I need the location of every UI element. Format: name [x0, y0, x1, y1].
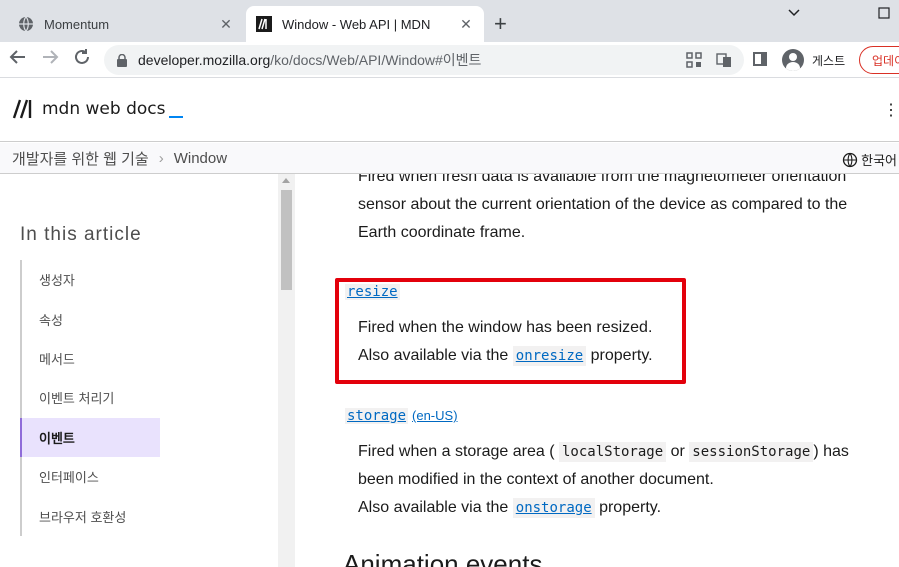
maximize-icon[interactable]: [878, 6, 890, 22]
toc-item-methods[interactable]: 메서드: [22, 339, 160, 378]
chevron-right-icon: ›: [158, 149, 164, 167]
toc-item-event-handlers[interactable]: 이벤트 처리기: [22, 378, 160, 417]
new-tab-button[interactable]: +: [494, 11, 507, 37]
toc-list: 생성자 속성 메서드 이벤트 처리기 이벤트 인터페이스 브라우저 호환성: [20, 260, 160, 536]
storage-description: Fired when a storage area ( localStorage…: [358, 438, 849, 522]
toc-item-browser-compat[interactable]: 브라우저 호환성: [22, 496, 160, 535]
code-session-storage: sessionStorage: [689, 442, 814, 462]
lock-icon: [117, 53, 127, 67]
logo-cursor: [169, 100, 184, 118]
desc-line: been modified in the context of another …: [358, 471, 714, 488]
desc-line: Earth coordinate frame.: [358, 224, 526, 241]
sidebar-scrollbar[interactable]: [278, 174, 295, 567]
section-heading-animation-events: Animation events: [343, 549, 543, 567]
tab-close-icon[interactable]: ✕: [458, 16, 474, 33]
chevron-down-icon[interactable]: [787, 6, 801, 23]
code-local-storage: localStorage: [559, 442, 667, 462]
mdn-logo-icon: [12, 99, 32, 119]
back-button[interactable]: [9, 48, 27, 71]
browser-toolbar: developer.mozilla.org/ko/docs/Web/API/Wi…: [0, 42, 899, 78]
desc-line: sensor about the current orientation of …: [358, 196, 848, 213]
desc-text: Fired when a storage area (: [358, 443, 555, 460]
mdn-logo[interactable]: mdn web docs: [12, 98, 184, 120]
toc-item-events[interactable]: 이벤트: [20, 417, 160, 457]
update-label: 업데이: [872, 53, 899, 68]
scrollbar-thumb[interactable]: [281, 190, 292, 290]
url-path: /ko/docs/Web/API/Window#이벤트: [270, 52, 482, 68]
browser-tab-bar: Momentum ✕ Window - Web API | MDN ✕ +: [0, 0, 899, 42]
globe-icon: [19, 16, 33, 32]
toc-title: In this article: [20, 224, 142, 245]
prev-event-description: Fired when fresh data is available from …: [358, 174, 847, 247]
also-text: Also available via the: [358, 499, 509, 516]
logo-text: mdn web docs: [42, 99, 166, 119]
globe-icon: [842, 152, 858, 167]
toc-item-properties[interactable]: 속성: [22, 299, 160, 338]
arrow-right-icon: [43, 50, 59, 64]
onstorage-link[interactable]: onstorage: [512, 498, 595, 518]
translate-icon[interactable]: [716, 52, 732, 68]
toc-item-constructor[interactable]: 생성자: [22, 260, 160, 299]
breadcrumb-item[interactable]: Window: [174, 150, 227, 167]
breadcrumb: 개발자를 위한 웹 기술 › Window 한국어: [0, 143, 899, 174]
desc-line: Fired when fresh data is available from …: [358, 174, 847, 185]
mdn-header: mdn web docs ⋮: [0, 78, 899, 142]
tab-title: Momentum: [44, 16, 110, 32]
update-button[interactable]: 업데이: [859, 46, 899, 74]
desc-line: Fired when a storage area ( localStorage…: [358, 438, 849, 466]
scroll-up-icon[interactable]: [282, 178, 290, 183]
url-text: developer.mozilla.org/ko/docs/Web/API/Wi…: [138, 50, 481, 70]
reload-icon: [75, 49, 89, 64]
profile-label: 게스트: [812, 53, 846, 68]
tab-title: Window - Web API | MDN: [282, 16, 431, 32]
language-label: 한국어: [861, 153, 897, 168]
language-badge[interactable]: (en-US): [412, 408, 458, 423]
highlight-box: [335, 278, 686, 384]
more-menu-icon[interactable]: ⋮: [883, 100, 899, 120]
forward-button[interactable]: [41, 48, 59, 71]
tab-mdn-window[interactable]: Window - Web API | MDN ✕: [246, 6, 484, 42]
address-bar[interactable]: developer.mozilla.org/ko/docs/Web/API/Wi…: [104, 45, 744, 75]
arrow-left-icon: [9, 50, 25, 64]
also-text: property.: [599, 499, 662, 516]
profile-button[interactable]: 게스트: [778, 46, 852, 74]
storage-link[interactable]: storage: [345, 408, 409, 424]
toc-item-interfaces[interactable]: 인터페이스: [22, 457, 160, 496]
breadcrumb-item[interactable]: 개발자를 위한 웹 기술: [12, 148, 149, 169]
article-content: Fired when fresh data is available from …: [295, 174, 899, 567]
avatar: [782, 49, 804, 71]
side-panel-icon[interactable]: [753, 52, 767, 66]
event-term-storage: storage (en-US): [345, 408, 458, 424]
desc-text: ) has: [813, 443, 849, 460]
language-selector[interactable]: 한국어: [842, 150, 897, 169]
reload-button[interactable]: [73, 48, 91, 71]
toc-sidebar: In this article 생성자 속성 메서드 이벤트 처리기 이벤트 인…: [0, 174, 278, 567]
tab-momentum[interactable]: Momentum ✕: [8, 6, 244, 42]
desc-line: Also available via the onstorage propert…: [358, 494, 849, 522]
qr-code-icon[interactable]: [686, 52, 702, 68]
tab-close-icon[interactable]: ✕: [218, 16, 234, 33]
mdn-icon: [256, 16, 272, 32]
desc-text: or: [670, 443, 685, 460]
url-host: developer.mozilla.org: [138, 52, 271, 68]
